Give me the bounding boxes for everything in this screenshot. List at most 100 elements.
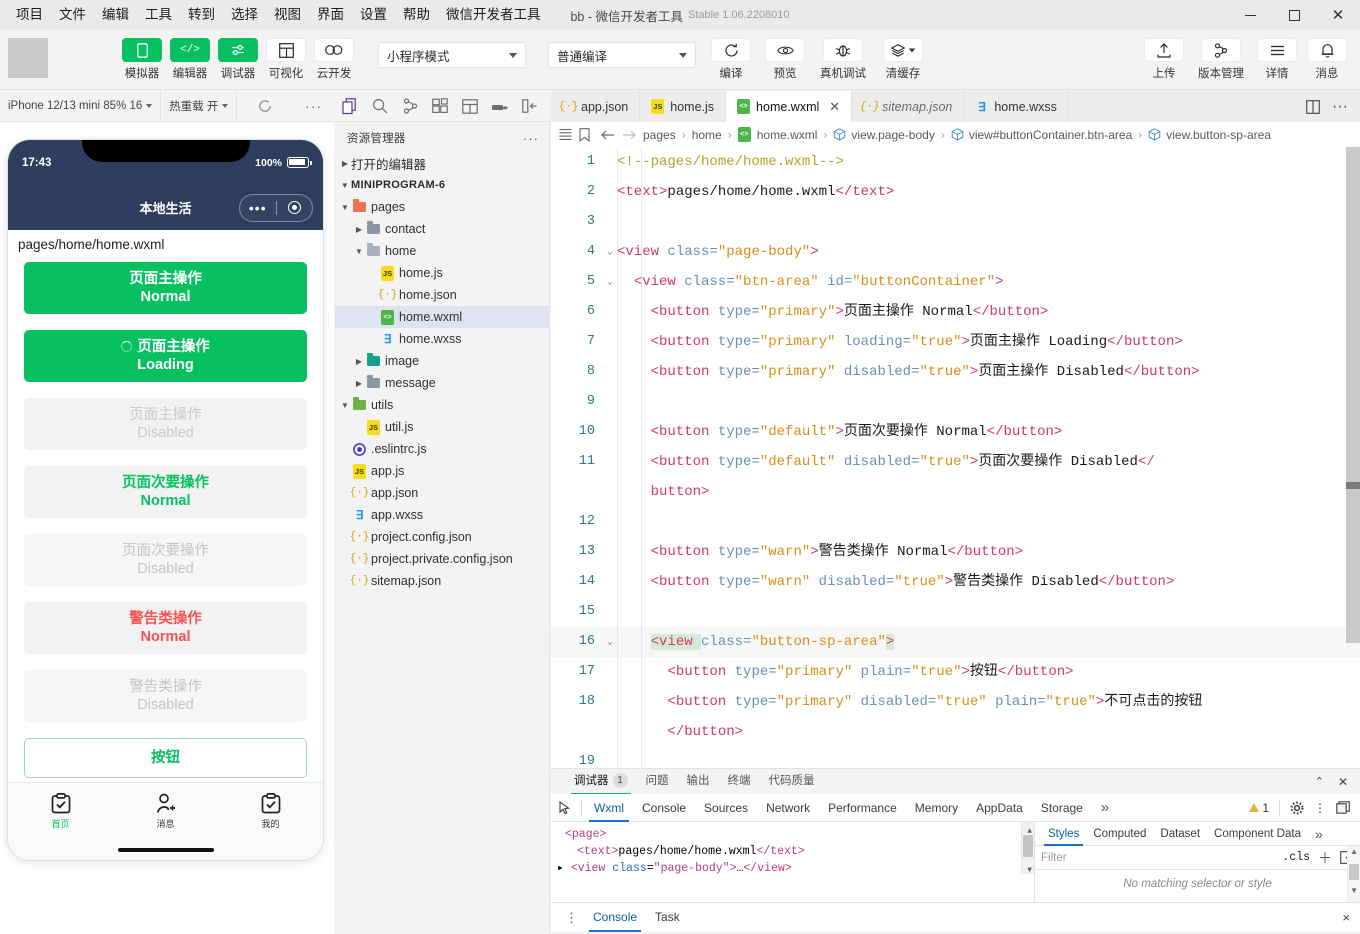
toolbar-details-button[interactable]: 详情 bbox=[1252, 38, 1302, 81]
scroll-down-arrow-icon[interactable]: ▼ bbox=[1350, 886, 1358, 895]
tree-item-sitemap.json[interactable]: {·} sitemap.json bbox=[335, 570, 549, 592]
toolbar-preview-button[interactable]: 预览 bbox=[758, 38, 812, 81]
styles-filter-input[interactable] bbox=[1041, 851, 1275, 864]
wxml-scrollbar-thumb[interactable] bbox=[1023, 835, 1033, 857]
outline-icon[interactable] bbox=[559, 128, 572, 141]
menu-item-2[interactable]: 编辑 bbox=[94, 4, 137, 26]
styles-tab-Styles[interactable]: Styles bbox=[1041, 822, 1086, 846]
tree-item-.eslintrc.js[interactable]: .eslintrc.js bbox=[335, 438, 549, 460]
more-actions-icon[interactable]: ··· bbox=[1332, 98, 1348, 116]
menu-item-1[interactable]: 文件 bbox=[51, 4, 94, 26]
phone-tab-消息[interactable]: 消息 bbox=[113, 793, 218, 830]
warning-indicator[interactable]: 1 bbox=[1249, 801, 1269, 815]
simulator-refresh-button[interactable] bbox=[237, 99, 293, 113]
tree-item-contact[interactable]: ▶ contact bbox=[335, 218, 549, 240]
breadcrumb-item-2[interactable]: home.wxml bbox=[757, 128, 818, 142]
toolbar-editor-button[interactable]: </> 编辑器 bbox=[166, 38, 214, 81]
device-select[interactable]: iPhone 12/13 mini 85% 16 bbox=[0, 100, 160, 112]
editor-tab-home.js[interactable]: JS home.js bbox=[640, 91, 727, 122]
editor-scrollbar[interactable] bbox=[1346, 147, 1360, 643]
wxml-tree-pane[interactable]: <page> <text>pages/home/home.wxml</text> ▸… bbox=[551, 822, 1035, 902]
tree-item-home.json[interactable]: {·} home.json bbox=[335, 284, 549, 306]
split-editor-icon[interactable] bbox=[1306, 99, 1320, 114]
phone-tab-我的[interactable]: 我的 bbox=[218, 793, 323, 830]
toolbar-realdevice-debug-button[interactable]: 真机调试 bbox=[812, 38, 874, 81]
cls-button[interactable]: .cls bbox=[1282, 851, 1310, 864]
tree-item-home[interactable]: ▼ home bbox=[335, 240, 549, 262]
debugger-tab-代码质量[interactable]: 代码质量 bbox=[760, 769, 824, 794]
menu-item-7[interactable]: 界面 bbox=[309, 4, 352, 26]
menu-item-3[interactable]: 工具 bbox=[137, 4, 180, 26]
editor-tab-sitemap.json[interactable]: {·} sitemap.json bbox=[852, 91, 965, 122]
wxml-node-2[interactable]: ▸ <view class="page-body">…</view> bbox=[557, 860, 1034, 877]
menu-item-6[interactable]: 视图 bbox=[266, 4, 309, 26]
breadcrumb-item-4[interactable]: view#buttonContainer.btn-area bbox=[969, 128, 1132, 142]
styles-overflow[interactable]: » bbox=[1308, 822, 1330, 846]
styles-tab-Dataset[interactable]: Dataset bbox=[1153, 822, 1207, 846]
code-area[interactable]: 1 <!--pages/home/home.wxml--> 2 <text>pages… bbox=[551, 147, 1360, 768]
more-vertical-icon[interactable]: ⋮ bbox=[559, 911, 584, 924]
fold-toggle-icon[interactable]: ⌄ bbox=[603, 267, 617, 297]
toolbar-clearcache-button[interactable]: 清缓存 bbox=[874, 38, 932, 81]
menu-item-10[interactable]: 微信开发者工具 bbox=[438, 4, 549, 26]
scroll-down-arrow-icon[interactable]: ▼ bbox=[1027, 862, 1032, 879]
devtools-tab-Console[interactable]: Console bbox=[633, 794, 695, 822]
sim-button-4[interactable]: 页面次要操作 Disabled bbox=[24, 534, 307, 586]
simulator-more-button[interactable]: ··· bbox=[293, 98, 334, 114]
sim-plain-button[interactable]: 按钮 bbox=[24, 738, 307, 778]
styles-scrollbar-thumb[interactable] bbox=[1349, 864, 1359, 880]
devtools-tab-Sources[interactable]: Sources bbox=[695, 794, 757, 822]
fold-toggle-icon[interactable]: ⌄ bbox=[603, 237, 617, 267]
avatar[interactable] bbox=[8, 38, 48, 78]
hot-reload-select[interactable]: 热重载 开 bbox=[161, 98, 236, 114]
menu-item-0[interactable]: 项目 bbox=[8, 4, 51, 26]
breadcrumb-item-1[interactable]: home bbox=[692, 128, 722, 142]
maximize-button[interactable] bbox=[1272, 0, 1316, 30]
forward-arrow-icon[interactable] bbox=[622, 129, 636, 141]
editor-tab-home.wxss[interactable]: ∃ home.wxss bbox=[964, 91, 1069, 122]
devtools-tab-Memory[interactable]: Memory bbox=[906, 794, 967, 822]
wxml-scrollbar[interactable]: ▲ ▼ bbox=[1021, 822, 1034, 875]
editor-scrollbar-thumb[interactable] bbox=[1346, 482, 1360, 489]
breadcrumb-item-3[interactable]: view.page-body bbox=[851, 128, 934, 142]
console-close-button[interactable]: × bbox=[1342, 910, 1360, 925]
styles-scrollbar[interactable]: ▲ ▼ bbox=[1347, 846, 1360, 902]
sim-button-2[interactable]: 页面主操作 Disabled bbox=[24, 398, 307, 450]
open-editors-section[interactable]: ▶ 打开的编辑器 bbox=[335, 152, 549, 174]
tree-item-pages[interactable]: ▼ pages bbox=[335, 196, 549, 218]
console-tab-Console[interactable]: Console bbox=[584, 903, 646, 932]
tree-item-project.private.config.json[interactable]: {·} project.private.config.json bbox=[335, 548, 549, 570]
devtools-tab-Performance[interactable]: Performance bbox=[819, 794, 906, 822]
toolbar-debugger-button[interactable]: 调试器 bbox=[214, 38, 262, 81]
menu-item-8[interactable]: 设置 bbox=[352, 4, 395, 26]
sim-button-1[interactable]: 页面主操作 Loading bbox=[24, 330, 307, 382]
menu-item-4[interactable]: 转到 bbox=[180, 4, 223, 26]
mode-select[interactable]: 小程序模式 bbox=[378, 42, 526, 68]
devtools-tab-Network[interactable]: Network bbox=[757, 794, 819, 822]
debugger-tab-问题[interactable]: 问题 bbox=[637, 769, 678, 794]
collapse-icon[interactable]: ⌃ bbox=[1315, 775, 1324, 788]
tree-item-image[interactable]: ▶ image bbox=[335, 350, 549, 372]
toolbar-simulator-button[interactable]: 模拟器 bbox=[118, 38, 166, 81]
back-arrow-icon[interactable] bbox=[601, 129, 615, 141]
toolbar-upload-button[interactable]: 上传 bbox=[1138, 38, 1190, 81]
toolbar-compile-button[interactable]: 编译 bbox=[704, 38, 758, 81]
toolbar-visual-button[interactable]: 可视化 bbox=[262, 38, 310, 81]
project-root[interactable]: ▼ MINIPROGRAM-6 bbox=[335, 174, 549, 196]
console-tab-Task[interactable]: Task bbox=[646, 903, 689, 932]
explorer-more-button[interactable]: ··· bbox=[523, 131, 539, 146]
devtools-tab-Storage[interactable]: Storage bbox=[1032, 794, 1092, 822]
sim-button-5[interactable]: 警告类操作 Normal bbox=[24, 602, 307, 654]
search-icon[interactable] bbox=[365, 91, 395, 122]
more-vertical-icon[interactable]: ⋮ bbox=[1314, 802, 1326, 814]
menu-item-9[interactable]: 帮助 bbox=[395, 4, 438, 26]
tree-item-utils[interactable]: ▼ utils bbox=[335, 394, 549, 416]
styles-tab-Computed[interactable]: Computed bbox=[1086, 822, 1153, 846]
files-icon[interactable] bbox=[335, 91, 365, 122]
tree-item-home.js[interactable]: JS home.js bbox=[335, 262, 549, 284]
fold-toggle-icon[interactable]: ⌄ bbox=[603, 627, 617, 657]
minimize-button[interactable] bbox=[1228, 0, 1272, 30]
tree-item-project.config.json[interactable]: {·} project.config.json bbox=[335, 526, 549, 548]
extensions-icon[interactable] bbox=[425, 91, 455, 122]
docker-icon[interactable] bbox=[485, 91, 515, 122]
